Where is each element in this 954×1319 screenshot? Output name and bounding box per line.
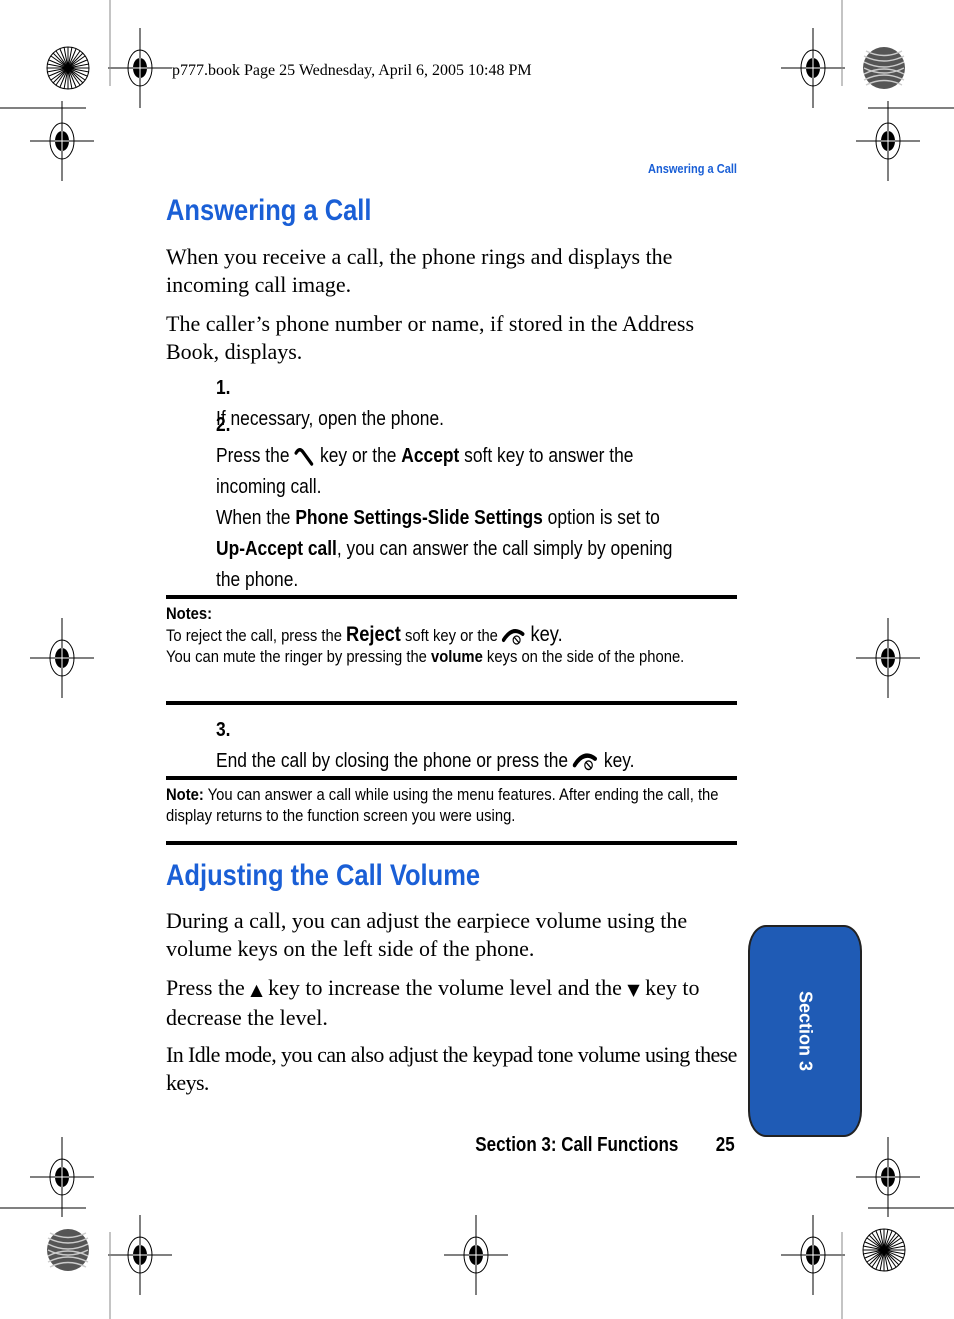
note-text: keys on the side of the phone. [486,647,685,666]
section-tab[interactable]: Section 3 [748,925,862,1137]
paragraph-volume-intro: During a call, you can adjust the earpie… [166,908,688,961]
section-tab-label: Section 3 [795,990,816,1072]
notes-box: Notes: To reject the call, press the Rej… [166,603,732,667]
star-target-mark [46,46,90,90]
volume-down-icon: ▼ [627,980,640,999]
step-3: 3. End the call by closing the phone or … [216,715,668,777]
step-text: End the call by closing the phone or pre… [216,750,569,772]
note-text: soft key or the [405,626,498,645]
paragraph-caller-id: The caller’s phone number or name, if st… [166,311,695,364]
step-number: 2. [216,414,231,436]
note-label: Note: [166,785,204,804]
paragraph-volume-keys: Press the ▲ key to increase the volume l… [166,974,741,1032]
note-box: Note: You can answer a call while using … [166,784,732,826]
divider [166,595,737,599]
volume-key-label: volume [431,647,483,666]
section-heading-answering: Answering a Call [166,194,372,227]
page-footer: Section 3: Call Functions 25 [475,1134,735,1157]
option-label: Up-Accept call [216,538,337,560]
page-number: 25 [715,1134,735,1156]
divider [166,701,737,705]
note-text: key. [530,623,563,646]
step-2: 2. Press the key or the Accept soft key … [216,410,672,596]
step-number: 1. [216,377,231,399]
step-text: key. [603,750,635,772]
divider [166,841,737,845]
step-text: Press the [216,445,290,467]
step-text: When the [216,507,291,529]
note-text: You can answer a call while using the me… [166,785,719,825]
running-head: Answering a Call [647,161,737,176]
reject-key-label: Reject [346,623,401,646]
step-number: 3. [216,719,231,741]
divider [166,776,737,780]
para-text: Press the [166,975,245,1000]
print-header-info: p777.book Page 25 Wednesday, April 6, 20… [172,62,532,79]
step-text: key or the [320,445,397,467]
accept-key-label: Accept [401,445,460,467]
note-text: You can mute the ringer by pressing the [166,647,427,666]
para-text: key to increase the volume level and the [268,975,622,1000]
volume-up-icon: ▲ [250,980,263,999]
section-heading-volume: Adjusting the Call Volume [166,859,481,892]
step-text: option is set to [547,507,660,529]
menu-path-label: Phone Settings-Slide Settings [295,507,543,529]
notes-label: Notes: [166,604,213,623]
end-key-icon [572,753,598,770]
paragraph-idle-mode: In Idle mode, you can also adjust the ke… [166,1042,737,1095]
paragraph-intro: When you receive a call, the phone rings… [166,244,673,297]
note-text: To reject the call, press the [166,626,342,645]
end-key-icon [502,628,525,645]
footer-section-title: Section 3: Call Functions [475,1134,679,1156]
send-key-icon [294,447,314,466]
